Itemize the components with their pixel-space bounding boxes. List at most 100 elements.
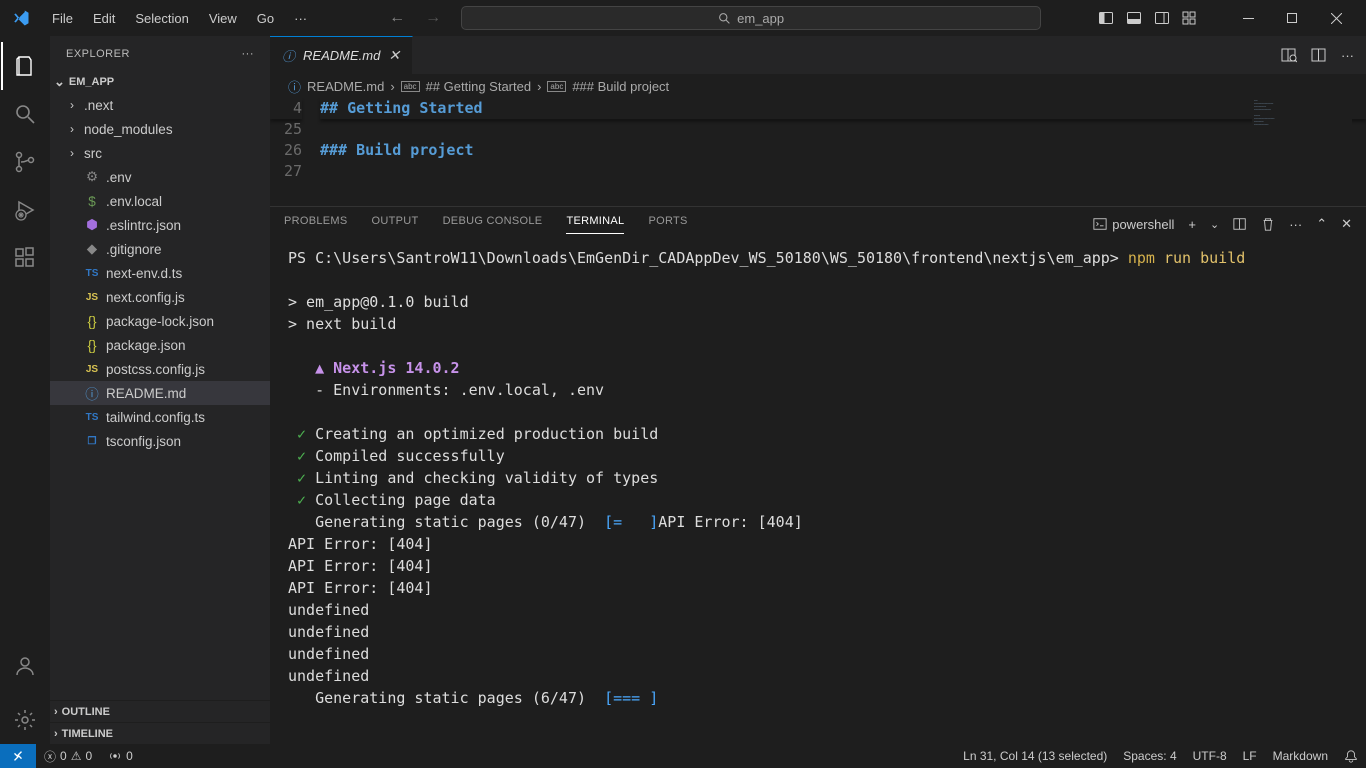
activity-scm-icon[interactable] [1,138,49,186]
menu-edit[interactable]: Edit [85,7,123,30]
panel-tab-output[interactable]: OUTPUT [372,215,419,233]
more-icon[interactable]: ··· [1341,48,1354,63]
git-icon: ◆ [84,241,100,257]
terminal-kill-icon[interactable] [1261,217,1275,231]
chevron-down-icon[interactable]: ⌄ [1210,218,1219,231]
dollar-icon: $ [84,194,100,209]
file-postcss[interactable]: JSpostcss.config.js [50,357,270,381]
bell-icon[interactable] [1336,749,1366,763]
explorer-title: EXPLORER [66,48,130,60]
layout-toggle-bottom-icon[interactable] [1122,6,1146,30]
status-bar: ⓧ0 ⚠0 0 Ln 31, Col 14 (13 selected) Spac… [0,744,1366,768]
more-icon[interactable]: ··· [1289,217,1302,232]
command-center-search[interactable]: em_app [461,6,1041,30]
remote-indicator-icon[interactable] [0,744,36,768]
panel-tab-ports[interactable]: PORTS [648,215,687,233]
vscode-logo [12,8,32,28]
file-readme[interactable]: ⓘREADME.md [50,381,270,405]
file-tsconfig[interactable]: ❒tsconfig.json [50,429,270,453]
panel-tab-problems[interactable]: PROBLEMS [284,215,348,233]
terminal-content[interactable]: PS C:\Users\SantroW11\Downloads\EmGenDir… [270,241,1366,744]
nav-back-icon[interactable]: ← [389,9,405,27]
error-icon: ⓧ [44,748,56,765]
project-root[interactable]: ⌄ EM_APP [50,71,270,93]
status-language[interactable]: Markdown [1265,749,1336,763]
line-gutter: 4 25 26 27 [270,98,320,206]
terminal-shell-icon[interactable]: powershell [1093,217,1174,232]
window-maximize-icon[interactable] [1270,0,1314,36]
preview-icon[interactable] [1281,47,1297,63]
file-gitignore[interactable]: ◆.gitignore [50,237,270,261]
code-line: ### Build project [320,141,474,159]
layout-customize-icon[interactable] [1178,6,1202,30]
chevron-right-icon: › [54,728,58,740]
activity-explorer-icon[interactable] [1,42,49,90]
outline-section[interactable]: ›OUTLINE [50,700,270,722]
activity-account-icon[interactable] [1,642,49,690]
close-icon[interactable]: ✕ [1341,216,1352,232]
folder-src[interactable]: ›src [50,141,270,165]
editor-tabs: ⓘ README.md ✕ ··· [270,36,1366,74]
status-eol[interactable]: LF [1235,749,1265,763]
split-icon[interactable] [1311,47,1327,63]
file-eslintrc[interactable]: ⬢.eslintrc.json [50,213,270,237]
status-spaces[interactable]: Spaces: 4 [1115,749,1184,763]
menu-go[interactable]: Go [249,7,282,30]
file-env-local[interactable]: $.env.local [50,189,270,213]
ts-icon: TS [84,268,100,279]
status-errors[interactable]: ⓧ0 ⚠0 [36,748,100,765]
file-tailwind[interactable]: TStailwind.config.ts [50,405,270,429]
status-cursor[interactable]: Ln 31, Col 14 (13 selected) [955,749,1115,763]
layout-toggle-left-icon[interactable] [1094,6,1118,30]
sidebar-explorer: EXPLORER ··· ⌄ EM_APP ›.next ›node_modul… [50,36,270,744]
activity-search-icon[interactable] [1,90,49,138]
editor-area: ⓘ README.md ✕ ··· ⓘ README.md › abc ## G… [270,36,1366,744]
timeline-section[interactable]: ›TIMELINE [50,722,270,744]
ts-icon: TS [84,412,100,423]
menu-more[interactable]: ··· [286,7,315,30]
json-icon: {} [84,338,100,353]
terminal-split-icon[interactable] [1233,217,1247,231]
tsconfig-icon: ❒ [84,436,100,447]
menu-selection[interactable]: Selection [127,7,196,30]
chevron-right-icon: › [66,122,78,136]
close-icon[interactable]: ✕ [388,47,400,64]
info-icon: ⓘ [288,77,301,96]
info-icon: ⓘ [282,46,295,65]
minimap[interactable]: ▬▬▬▬▬▬▬▬▬▬▬▬▬▬▬▬▬▬▬▬▬▬▬▬▬▬▬▬▬▬▬▬▬▬▬▬▬▬▬▬… [1252,98,1352,206]
activity-extensions-icon[interactable] [1,234,49,282]
tab-readme[interactable]: ⓘ README.md ✕ [270,36,413,74]
json-icon: {} [84,314,100,329]
menu-view[interactable]: View [201,7,245,30]
window-minimize-icon[interactable] [1226,0,1270,36]
folder-next[interactable]: ›.next [50,93,270,117]
js-icon: JS [84,364,100,375]
folder-node-modules[interactable]: ›node_modules [50,117,270,141]
file-package[interactable]: {}package.json [50,333,270,357]
layout-toggle-right-icon[interactable] [1150,6,1174,30]
radio-icon [108,749,122,763]
panel-tab-debug[interactable]: DEBUG CONSOLE [443,215,543,233]
code-line: ## Getting Started [320,99,483,117]
activity-debug-icon[interactable] [1,186,49,234]
chevron-right-icon: › [66,146,78,160]
info-icon: ⓘ [84,383,100,403]
chevron-up-icon[interactable]: ⌃ [1316,216,1327,232]
file-env[interactable]: ⚙.env [50,165,270,189]
menu-file[interactable]: File [44,7,81,30]
breadcrumb[interactable]: ⓘ README.md › abc ## Getting Started › a… [270,74,1366,98]
panel-tab-terminal[interactable]: TERMINAL [566,215,624,234]
status-ports[interactable]: 0 [100,749,141,763]
terminal-new-icon[interactable]: + [1188,217,1196,232]
chevron-right-icon: › [66,98,78,112]
editor-code[interactable]: 4 25 26 27 ## Getting Started ### Build … [270,98,1366,206]
window-close-icon[interactable] [1314,0,1358,36]
explorer-more-icon[interactable]: ··· [242,48,255,60]
nav-forward-icon[interactable]: → [425,9,441,27]
status-encoding[interactable]: UTF-8 [1185,749,1235,763]
file-next-env[interactable]: TSnext-env.d.ts [50,261,270,285]
activity-settings-icon[interactable] [1,696,49,744]
file-next-config[interactable]: JSnext.config.js [50,285,270,309]
file-package-lock[interactable]: {}package-lock.json [50,309,270,333]
title-bar: File Edit Selection View Go ··· ← → em_a… [0,0,1366,36]
